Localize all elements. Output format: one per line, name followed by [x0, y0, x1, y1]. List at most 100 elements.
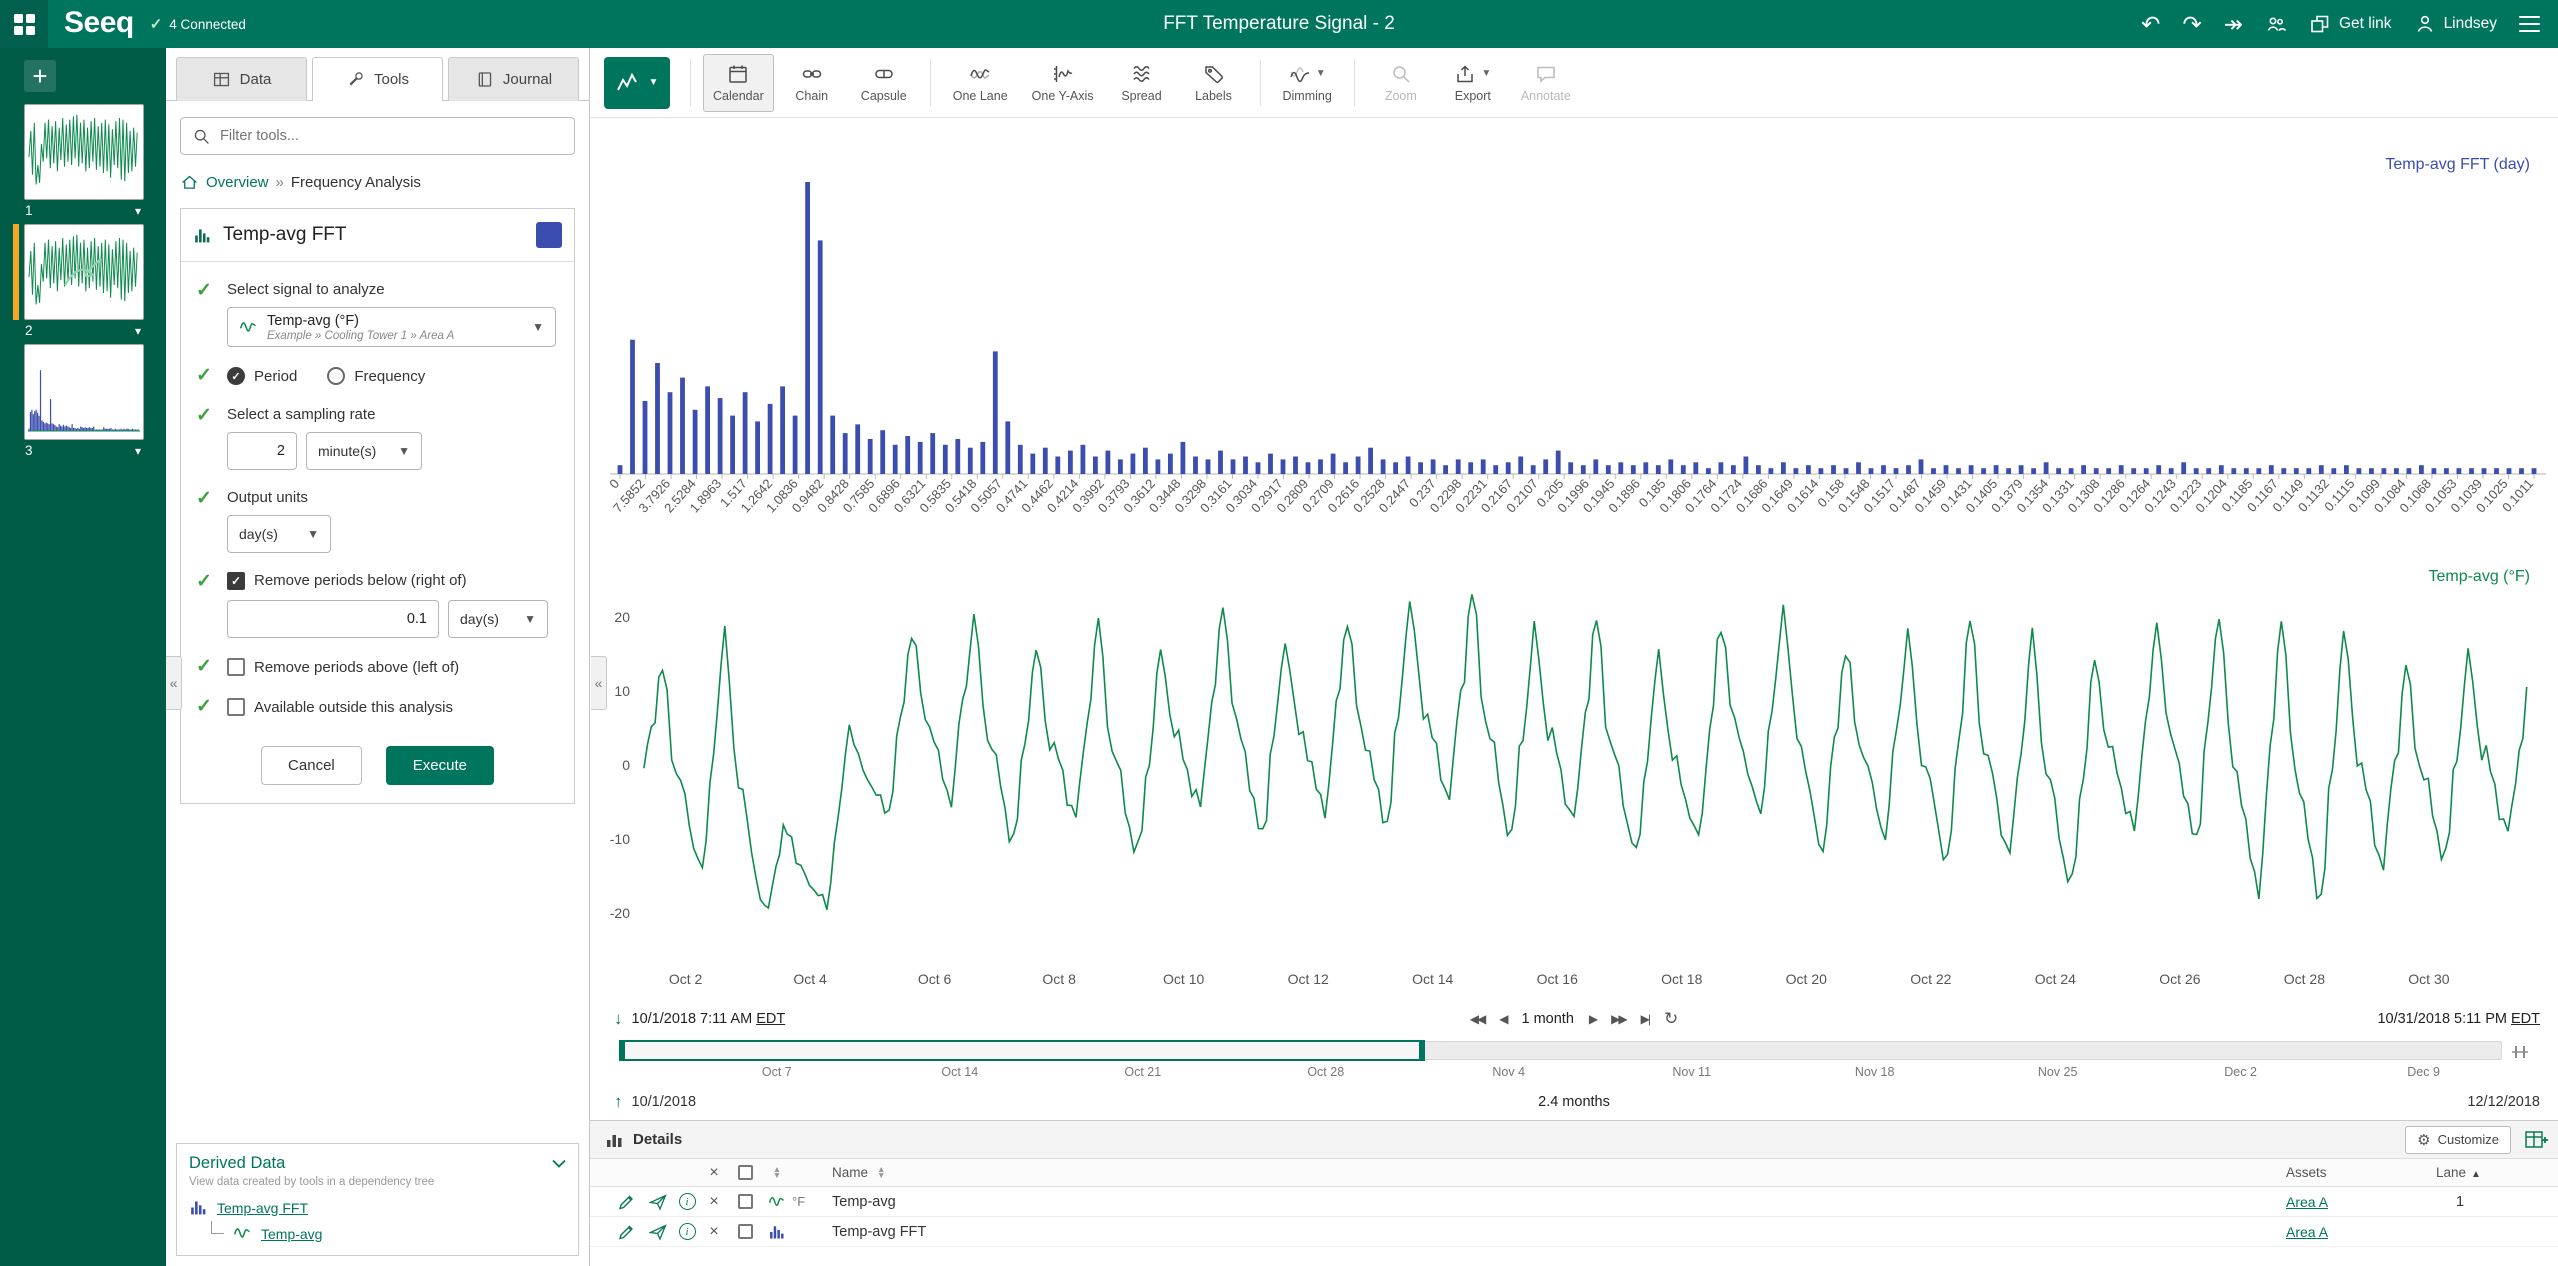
derived-item-link[interactable]: Temp-avg FFT [217, 1200, 308, 1216]
asset-link[interactable]: Area A [2286, 1194, 2436, 1210]
investigate-end-date[interactable]: 12/12/2018 [2467, 1094, 2540, 1110]
toolbar-button-capsule[interactable]: Capsule [850, 54, 918, 112]
row-checkbox[interactable] [738, 1224, 753, 1239]
range-resize-icon[interactable] [2510, 1043, 2530, 1061]
customize-button[interactable]: ⚙ Customize [2405, 1126, 2511, 1154]
tool-color-swatch[interactable] [536, 222, 562, 248]
connected-badge[interactable]: ✓ 4 Connected [150, 15, 246, 33]
menu-button[interactable] [2519, 16, 2540, 33]
scrubber-handle-left[interactable] [619, 1040, 625, 1061]
sampling-unit-dropdown[interactable]: minute(s) ▼ [306, 432, 422, 470]
remove-item-button[interactable]: × [700, 1223, 728, 1241]
toolbar-button-chain[interactable]: Chain [778, 54, 846, 112]
investigate-start-date[interactable]: 10/1/2018 [632, 1094, 697, 1110]
user-menu[interactable]: Lindsey [2414, 13, 2497, 35]
home-icon[interactable] [180, 173, 199, 192]
undo-icon[interactable]: ↶ [2141, 13, 2160, 36]
toolbar-button-spread[interactable]: Spread [1108, 54, 1176, 112]
step-back-fast-button[interactable]: ◀◀ [1470, 1012, 1484, 1026]
duration-button[interactable]: 1 month [1521, 1011, 1573, 1027]
asset-link[interactable]: Area A [2286, 1224, 2436, 1240]
step-back-button[interactable]: ◀ [1499, 1012, 1506, 1026]
tab-data[interactable]: Data [176, 57, 307, 101]
tab-tools[interactable]: Tools [312, 57, 443, 101]
row-checkbox[interactable] [738, 1194, 753, 1209]
breadcrumb-overview-link[interactable]: Overview [206, 174, 269, 191]
worksheet-thumbnail-1[interactable]: 1 ▾ [24, 104, 144, 218]
users-button[interactable] [2265, 13, 2287, 35]
scrubber-track[interactable] [620, 1041, 2502, 1060]
step-to-end-button[interactable]: ▶| [1641, 1012, 1649, 1026]
refresh-icon[interactable]: ↻ [1664, 1009, 1678, 1029]
tab-journal[interactable]: Journal [448, 57, 579, 101]
toolbar-button-one-lane[interactable]: One Lane [943, 54, 1018, 112]
lane-column-header[interactable]: Lane▲ [2436, 1165, 2528, 1180]
remove-item-button[interactable]: × [700, 1193, 728, 1211]
chevron-down-icon[interactable]: ▾ [135, 324, 141, 338]
collapse-worksheet-panel-button[interactable]: « [166, 656, 182, 710]
cancel-button[interactable]: Cancel [261, 746, 362, 785]
redo-icon[interactable]: ↷ [2182, 13, 2201, 36]
trend-series-label[interactable]: Temp-avg (°F) [2428, 568, 2530, 586]
select-all-checkbox[interactable] [738, 1165, 753, 1180]
edit-icon[interactable] [617, 1223, 635, 1241]
scrubber-selection[interactable] [621, 1040, 1423, 1061]
info-icon[interactable]: i [679, 1223, 696, 1240]
range-up-arrow-icon[interactable]: ↑ [614, 1092, 623, 1112]
new-worksheet-button[interactable]: + [24, 60, 56, 92]
collapse-tools-panel-button[interactable]: « [591, 656, 607, 710]
range-start-arrow-icon[interactable]: ↓ [614, 1009, 623, 1029]
step-forward-button[interactable]: ▶ [1589, 1012, 1596, 1026]
output-unit-dropdown[interactable]: day(s) ▼ [227, 515, 331, 553]
remove-below-unit-dropdown[interactable]: day(s) ▼ [448, 600, 548, 638]
sort-name-button[interactable]: ▲▼ [877, 1167, 885, 1178]
display-range-end[interactable]: 10/31/2018 5:11 PM EDT [2377, 1011, 2540, 1027]
view-selector-button[interactable]: ▼ [604, 57, 670, 109]
fft-chart[interactable]: 07.58523.79262.52841.89631.5171.26421.08… [590, 118, 2558, 556]
item-name[interactable]: Temp-avg [832, 1194, 2286, 1210]
display-range-start[interactable]: 10/1/2018 7:11 AM EDT [632, 1011, 786, 1027]
fft-series-label[interactable]: Temp-avg FFT (day) [2385, 156, 2530, 174]
signal-select-dropdown[interactable]: Temp-avg (°F) Example » Cooling Tower 1 … [227, 307, 556, 347]
paper-plane-icon[interactable] [649, 1223, 667, 1241]
available-outside-checkbox[interactable] [227, 698, 245, 716]
forward-icon[interactable]: ↠ [2224, 13, 2243, 36]
radio-period[interactable]: ✓ Period [227, 367, 297, 385]
derived-item-link[interactable]: Temp-avg [261, 1226, 322, 1242]
chevron-down-icon[interactable]: ▾ [135, 444, 141, 458]
derived-data-header[interactable]: Derived Data [189, 1154, 566, 1173]
add-column-icon[interactable] [2524, 1129, 2548, 1151]
item-name[interactable]: Temp-avg FFT [832, 1224, 2286, 1240]
assets-column-header[interactable]: Assets [2286, 1165, 2436, 1180]
collapse-chevron-icon[interactable] [552, 1159, 566, 1168]
worksheet-thumbnail-2[interactable]: 2 ▾ [24, 224, 144, 338]
toolbar-button-dimming[interactable]: ▼ Dimming [1273, 54, 1342, 112]
remove-all-button[interactable]: × [700, 1164, 728, 1182]
info-icon[interactable]: i [679, 1193, 696, 1210]
toolbar-button-labels[interactable]: Labels [1180, 54, 1248, 112]
scrubber-handle-right[interactable] [1419, 1040, 1425, 1061]
toolbar-button-calendar[interactable]: Calendar [703, 54, 774, 112]
toolbar-button-one-y-axis[interactable]: One Y-Axis [1022, 54, 1104, 112]
filter-tools-input[interactable] [220, 128, 563, 144]
radio-frequency[interactable]: Frequency [327, 367, 425, 385]
timezone-link[interactable]: EDT [756, 1011, 785, 1027]
timezone-link[interactable]: EDT [2511, 1011, 2540, 1027]
remove-above-checkbox[interactable] [227, 658, 245, 676]
step-forward-fast-button[interactable]: ▶▶ [1611, 1012, 1625, 1026]
trend-chart[interactable]: 20100-10-20Oct 2Oct 4Oct 6Oct 8Oct 10Oct… [590, 556, 2558, 1000]
remove-below-checkbox[interactable]: ✓ [227, 572, 245, 590]
toolbar-button-export[interactable]: ▼ Export [1439, 54, 1507, 112]
name-column-header[interactable]: Name [832, 1165, 868, 1180]
chevron-down-icon[interactable]: ▾ [135, 204, 141, 218]
get-link-button[interactable]: Get link [2309, 13, 2392, 35]
app-launcher-button[interactable] [0, 0, 48, 48]
execute-button[interactable]: Execute [386, 746, 494, 785]
edit-icon[interactable] [617, 1193, 635, 1211]
sampling-rate-input[interactable] [227, 432, 297, 470]
paper-plane-icon[interactable] [649, 1193, 667, 1211]
investigate-duration[interactable]: 2.4 months [1538, 1094, 1610, 1110]
worksheet-thumbnail-3[interactable]: 3 ▾ [24, 344, 144, 458]
remove-below-input[interactable] [227, 600, 439, 638]
sort-type-button[interactable]: ▲▼ [762, 1167, 792, 1178]
